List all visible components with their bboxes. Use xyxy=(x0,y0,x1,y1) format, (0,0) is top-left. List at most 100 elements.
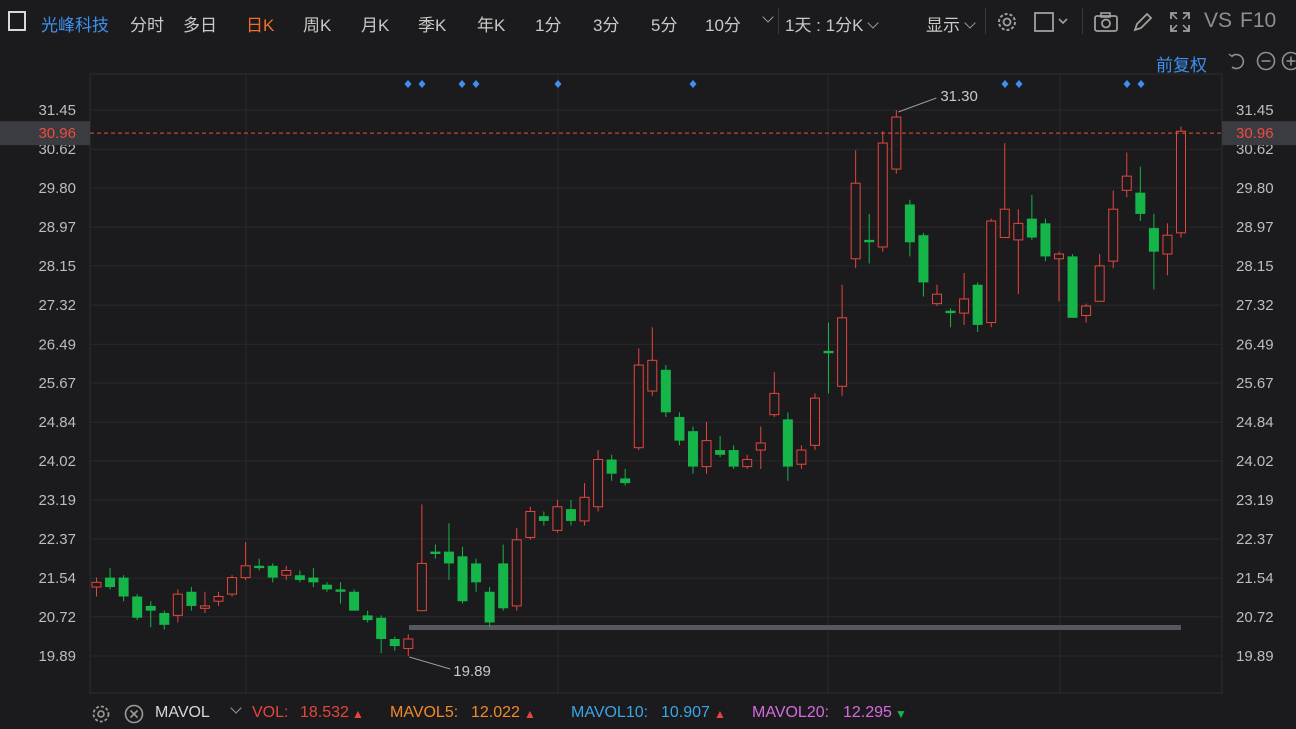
candle-body-down[interactable] xyxy=(1067,256,1078,318)
candle-body-down[interactable] xyxy=(159,613,170,625)
candle-body-up[interactable] xyxy=(1162,234,1173,255)
indicator-settings-icon[interactable] xyxy=(90,703,112,725)
candle-body-down[interactable] xyxy=(1026,218,1037,238)
candle-body-down[interactable] xyxy=(674,417,685,441)
candle-body-down[interactable] xyxy=(308,577,319,583)
y-tick-right: 19.89 xyxy=(1236,648,1274,665)
candle-body-down[interactable] xyxy=(186,591,197,606)
candle-body-up[interactable] xyxy=(633,364,644,449)
candle-body-down[interactable] xyxy=(254,565,265,569)
candle-body-up[interactable] xyxy=(647,359,658,392)
candle-body-up[interactable] xyxy=(281,570,292,576)
candle-body-down[interactable] xyxy=(118,577,129,597)
candle-body-up[interactable] xyxy=(1108,208,1119,262)
candle-body-down[interactable] xyxy=(484,591,495,623)
candle-body-up[interactable] xyxy=(240,565,251,579)
candle-body-up[interactable] xyxy=(213,595,224,602)
candle-body-up[interactable] xyxy=(959,298,970,314)
event-marker-icon[interactable] xyxy=(472,80,480,88)
candle-body-down[interactable] xyxy=(132,596,143,618)
candle-body-up[interactable] xyxy=(579,496,590,522)
candle-body-up[interactable] xyxy=(809,397,820,446)
event-marker-icon[interactable] xyxy=(404,80,412,88)
candle-body-up[interactable] xyxy=(1013,222,1024,241)
candle-body-down[interactable] xyxy=(972,284,983,325)
candle-body-up[interactable] xyxy=(403,638,414,649)
candle-body-down[interactable] xyxy=(349,591,360,611)
candle-body-up[interactable] xyxy=(1081,305,1092,316)
candle-body-up[interactable] xyxy=(891,116,902,170)
candle-body-down[interactable] xyxy=(538,516,549,521)
candle-body-up[interactable] xyxy=(172,593,183,616)
event-marker-icon[interactable] xyxy=(1001,80,1009,88)
candle-body-up[interactable] xyxy=(986,220,997,324)
vol-value: 18.532 xyxy=(300,704,349,721)
candle-body-up[interactable] xyxy=(552,506,563,531)
event-marker-icon[interactable] xyxy=(554,80,562,88)
mavol10-label: MAVOL10: xyxy=(571,704,649,721)
candle-body-up[interactable] xyxy=(525,510,536,538)
candle-body-up[interactable] xyxy=(416,562,427,612)
candle-body-down[interactable] xyxy=(782,419,793,467)
event-marker-icon[interactable] xyxy=(418,80,426,88)
candle-body-down[interactable] xyxy=(918,235,929,283)
candle-body-down[interactable] xyxy=(945,310,956,314)
candlestick-chart[interactable]: 31.45 31.4530.62 30.6229.80 29.8028.97 28.97… xyxy=(0,0,1296,729)
candle-body-down[interactable] xyxy=(267,565,278,578)
candle-body-up[interactable] xyxy=(227,577,238,595)
candle-body-up[interactable] xyxy=(1094,265,1105,302)
indicator-chevron-down-icon[interactable] xyxy=(226,702,242,721)
candle-body-up[interactable] xyxy=(1176,130,1186,234)
candle-body-down[interactable] xyxy=(1148,228,1159,252)
event-marker-icon[interactable] xyxy=(1015,80,1023,88)
candle-body-up[interactable] xyxy=(742,459,753,468)
candle-body-down[interactable] xyxy=(321,584,332,590)
candle-body-up[interactable] xyxy=(837,317,848,387)
candle-body-down[interactable] xyxy=(687,431,698,467)
candle-body-down[interactable] xyxy=(105,577,116,588)
candle-body-down[interactable] xyxy=(606,459,617,474)
candle-body-up[interactable] xyxy=(1053,253,1064,260)
candle-body-up[interactable] xyxy=(1121,175,1132,191)
candle-body-down[interactable] xyxy=(430,551,441,554)
indicator-close-icon[interactable] xyxy=(123,703,145,725)
candle-body-up[interactable] xyxy=(199,605,210,609)
candle-body-down[interactable] xyxy=(1040,223,1051,257)
event-marker-icon[interactable] xyxy=(1123,80,1131,88)
candle-body-up[interactable] xyxy=(755,442,766,451)
candle-body-down[interactable] xyxy=(660,369,671,413)
candle-body-up[interactable] xyxy=(701,440,712,468)
candle-body-down[interactable] xyxy=(715,450,726,455)
candle-body-up[interactable] xyxy=(999,208,1010,239)
candle-body-down[interactable] xyxy=(864,239,875,243)
candle-body-up[interactable] xyxy=(593,459,604,508)
event-marker-icon[interactable] xyxy=(1137,80,1145,88)
candle-body-down[interactable] xyxy=(443,551,454,564)
candle-body-down[interactable] xyxy=(565,509,576,521)
event-marker-icon[interactable] xyxy=(458,80,466,88)
candle-body-up[interactable] xyxy=(877,142,888,248)
indicator-name[interactable]: MAVOL xyxy=(155,704,210,722)
candle-body-down[interactable] xyxy=(376,617,387,639)
y-tick-left: 27.32 xyxy=(38,297,76,314)
candle-body-down[interactable] xyxy=(471,563,482,583)
candle-body-down[interactable] xyxy=(823,350,834,354)
candle-body-down[interactable] xyxy=(498,563,509,609)
candle-body-up[interactable] xyxy=(796,449,807,465)
candle-body-down[interactable] xyxy=(145,605,156,611)
candle-body-down[interactable] xyxy=(620,478,631,484)
candle-body-down[interactable] xyxy=(457,556,468,602)
candle-body-down[interactable] xyxy=(389,638,400,647)
candle-body-up[interactable] xyxy=(91,581,102,588)
candle-body-up[interactable] xyxy=(931,293,942,305)
candle-body-down[interactable] xyxy=(362,615,373,621)
candle-body-up[interactable] xyxy=(850,182,861,260)
event-marker-icon[interactable] xyxy=(689,80,697,88)
candle-body-down[interactable] xyxy=(335,589,346,592)
candle-body-down[interactable] xyxy=(904,204,915,243)
candle-body-down[interactable] xyxy=(728,450,739,467)
candle-body-down[interactable] xyxy=(1135,192,1146,214)
candle-body-up[interactable] xyxy=(511,539,522,607)
candle-body-up[interactable] xyxy=(769,392,780,416)
candle-body-down[interactable] xyxy=(294,575,305,580)
